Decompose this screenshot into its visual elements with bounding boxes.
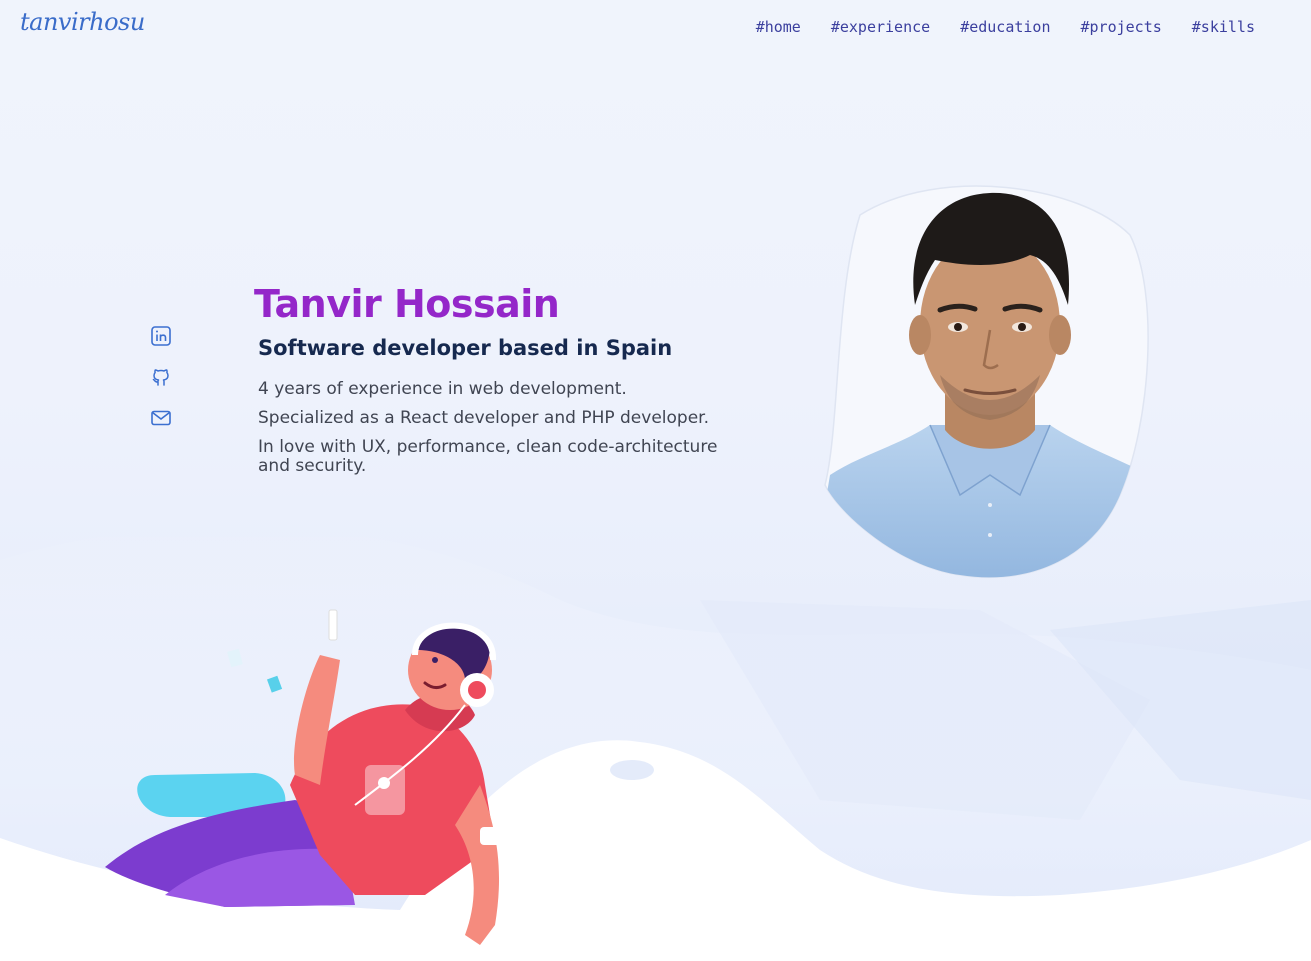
nav-education[interactable]: #education — [960, 18, 1050, 36]
hero-line-interests: In love with UX, performance, clean code… — [258, 437, 718, 476]
social-links — [150, 325, 172, 429]
logo[interactable]: tanvirhosu — [20, 8, 145, 36]
profile-photo — [824, 185, 1149, 579]
github-icon[interactable] — [150, 366, 172, 388]
mail-icon[interactable] — [150, 407, 172, 429]
nav-projects[interactable]: #projects — [1081, 18, 1162, 36]
hero-line-experience: 4 years of experience in web development… — [258, 379, 627, 399]
hero-illustration — [105, 609, 508, 945]
hero-description: 4 years of experience in web development… — [258, 380, 738, 486]
nav-home[interactable]: #home — [756, 18, 801, 36]
hero-line-specialization: Specialized as a React developer and PHP… — [258, 408, 709, 428]
hero-name: Tanvir Hossain — [254, 282, 560, 326]
main-nav: #home #experience #education #projects #… — [756, 18, 1255, 36]
nav-experience[interactable]: #experience — [831, 18, 930, 36]
hero-subtitle: Software developer based in Spain — [258, 336, 673, 360]
linkedin-icon[interactable] — [150, 325, 172, 347]
nav-skills[interactable]: #skills — [1192, 18, 1255, 36]
